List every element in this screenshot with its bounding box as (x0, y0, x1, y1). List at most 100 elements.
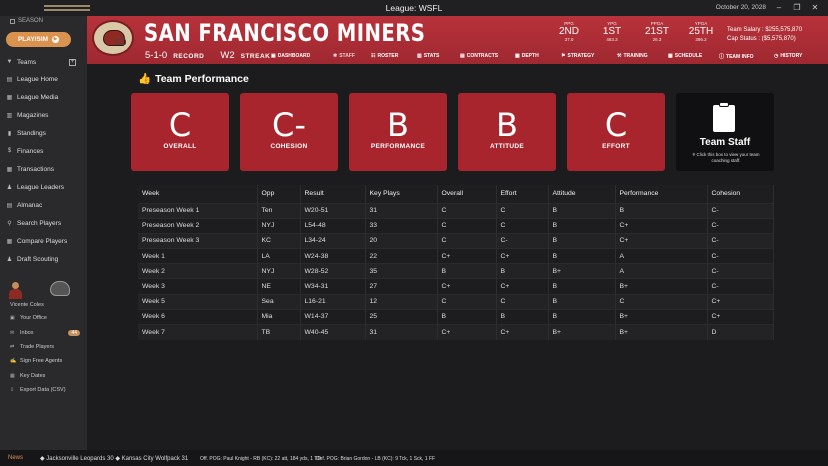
nav-roster[interactable]: ☷ ROSTER (371, 53, 398, 59)
stat-ypg: YPG 1ST 463.3 (592, 21, 632, 42)
sidebar-sub-inbox[interactable]: ✉ Inbox 44 (10, 328, 80, 338)
sidebar-item-draft-scouting[interactable]: ♟ Draft Scouting (6, 253, 84, 265)
sidebar-item-compare-players[interactable]: ▦ Compare Players (6, 235, 84, 247)
col-result[interactable]: Result (300, 185, 366, 203)
col-week[interactable]: Week (138, 185, 258, 203)
news-label[interactable]: News (8, 455, 23, 461)
sidebar-item-standings[interactable]: ▮ Standings (6, 127, 84, 139)
team-salary: Team Salary : $255,575,870 (727, 27, 803, 33)
stat-ypga: YPGA 25TH 396.2 (681, 21, 721, 42)
nav-label: TEAM INFO (726, 53, 754, 60)
minimize-icon[interactable]: – (774, 3, 784, 12)
team-staff-button[interactable]: Team Staff ⌾ Click this box to view your… (676, 93, 774, 171)
sidebar-sub-key-dates[interactable]: ▦ Key Dates (10, 371, 80, 381)
nav-label: SCHEDULE (674, 53, 703, 59)
table-cell: W40-45 (300, 323, 366, 340)
sidebar-sub-label: Key Dates (20, 373, 46, 379)
sidebar-sub-trade-players[interactable]: ⇄ Trade Players (10, 342, 80, 352)
col-overall[interactable]: Overall (437, 185, 497, 203)
stat-value: 463.3 (606, 37, 618, 42)
sidebar-item-search-players[interactable]: ⚲ Search Players (6, 217, 84, 229)
table-cell: Week 5 (138, 293, 258, 310)
nav-depth[interactable]: ▦ DEPTH (515, 53, 539, 59)
thumbs-up-icon: 👍 (138, 73, 152, 85)
sidebar-item-finances[interactable]: $ Finances (6, 145, 84, 157)
sidebar-item-teams[interactable]: ▼ Teams + (6, 56, 84, 68)
nav-history[interactable]: ◷ HISTORY (774, 53, 802, 59)
sidebar-sub-export-data[interactable]: ⇩ Export Data (CSV) (10, 385, 80, 395)
table-cell: B+ (615, 308, 708, 325)
table-row[interactable]: Preseason Week 3 KC L34-24 20 C C- B C+ C- (138, 232, 774, 249)
play-sim-button[interactable]: PLAY/SIM ▶ (6, 32, 71, 47)
grade-label: COHESION (270, 143, 308, 150)
stat-rank: 2ND (558, 26, 579, 37)
stat-ppg: PPG 2ND 37.0 (549, 21, 589, 42)
sidebar-item-league-home[interactable]: ▤ League Home (6, 73, 84, 85)
nav-label: DEPTH (521, 53, 539, 59)
sidebar-item-league-leaders[interactable]: ♟ League Leaders (6, 181, 84, 193)
col-cohesion[interactable]: Cohesion (707, 185, 774, 203)
stat-value: 396.2 (695, 37, 707, 42)
col-attitude[interactable]: Attitude (548, 185, 616, 203)
sidebar-item-magazines[interactable]: ▥ Magazines (6, 109, 84, 121)
nav-team-info[interactable]: ⓘ TEAM INFO (719, 53, 754, 61)
sidebar-item-label: Transactions (17, 165, 54, 173)
sidebar-sub-your-office[interactable]: ▣ Your Office (10, 313, 80, 323)
table-cell: 27 (365, 278, 438, 295)
table-row[interactable]: Week 6 Mia W14-37 25 B B B B+ C+ (138, 308, 774, 325)
stat-value: 26.3 (652, 37, 662, 42)
nav-strategy[interactable]: ⚑ STRATEGY (561, 53, 594, 59)
table-cell: Week 7 (138, 323, 258, 340)
table-cell: Preseason Week 2 (138, 217, 258, 234)
magazine-icon: ▥ (6, 112, 13, 119)
col-performance[interactable]: Performance (615, 185, 708, 203)
sidebar-item-league-media[interactable]: ▦ League Media (6, 91, 84, 103)
table-row[interactable]: Preseason Week 1 Ten W20-51 31 C C B B C- (138, 202, 774, 219)
nav-contracts[interactable]: ▤ CONTRACTS (460, 53, 498, 59)
table-cell: 12 (365, 293, 438, 310)
team-staff-title: Team Staff (699, 137, 751, 148)
nav-dashboard[interactable]: ▣ DASHBOARD (271, 53, 310, 59)
table-cell: C (437, 202, 497, 219)
dollar-icon: $ (7, 148, 12, 154)
season-toggle[interactable]: SEASON (10, 18, 43, 24)
season-checkbox-icon (10, 18, 15, 24)
chart-icon: ▮ (7, 130, 12, 137)
table-cell: C- (707, 232, 774, 249)
ticker-game[interactable]: ◆ Jacksonville Leopards 30 ◆ Kansas City… (40, 455, 188, 462)
avatar[interactable] (8, 282, 22, 300)
sidebar-sub-sign-free-agents[interactable]: ✍ Sign Free Agents (10, 356, 80, 366)
stat-ppga: PPGA 21ST 26.3 (637, 21, 677, 42)
sidebar-item-label: League Home (17, 75, 58, 83)
game-date: October 20, 2028 (715, 4, 766, 11)
table-row[interactable]: Week 1 LA W24-38 22 C+ C+ B A C- (138, 248, 774, 264)
close-icon[interactable]: ✕ (810, 3, 820, 12)
grade-label: EFFORT (602, 143, 630, 150)
table-row[interactable]: Week 5 Sea L16-21 12 C C B C C+ (138, 293, 774, 310)
nav-staff[interactable]: ✱ STAFF (333, 53, 355, 59)
nav-stats[interactable]: ▥ STATS (417, 53, 439, 59)
nav-schedule[interactable]: ▦ SCHEDULE (668, 53, 702, 59)
nav-training[interactable]: ⚒ TRAINING (617, 53, 648, 59)
table-cell: C- (707, 202, 774, 219)
expand-icon[interactable]: + (69, 58, 76, 66)
table-row[interactable]: Week 2 NYJ W28-52 35 B B B+ A C- (138, 263, 774, 279)
table-row[interactable]: Week 7 TB W40-45 31 C+ C+ B+ B+ D (138, 323, 774, 340)
season-label: SEASON (18, 18, 44, 24)
table-cell: B (548, 293, 616, 310)
table-cell: W20-51 (300, 202, 366, 219)
table-cell: TB (257, 323, 301, 340)
table-row[interactable]: Preseason Week 2 NYJ L54-48 33 C C B C+ C- (138, 217, 774, 234)
table-row[interactable]: Week 3 NE W34-31 27 C+ C+ B B+ C- (138, 278, 774, 295)
table-cell: C+ (437, 278, 497, 295)
col-key-plays[interactable]: Key Plays (365, 185, 438, 203)
sidebar-item-almanac[interactable]: ▤ Almanac (6, 199, 84, 211)
sidebar-item-transactions[interactable]: ▦ Transactions (6, 163, 84, 175)
col-opp[interactable]: Opp (257, 185, 301, 203)
table-cell: L16-21 (300, 293, 366, 310)
nav-label: ROSTER (377, 53, 399, 59)
restore-icon[interactable]: ❐ (792, 3, 802, 12)
table-cell: C (437, 217, 497, 234)
table-cell: 31 (365, 202, 438, 219)
col-effort[interactable]: Effort (496, 185, 549, 203)
